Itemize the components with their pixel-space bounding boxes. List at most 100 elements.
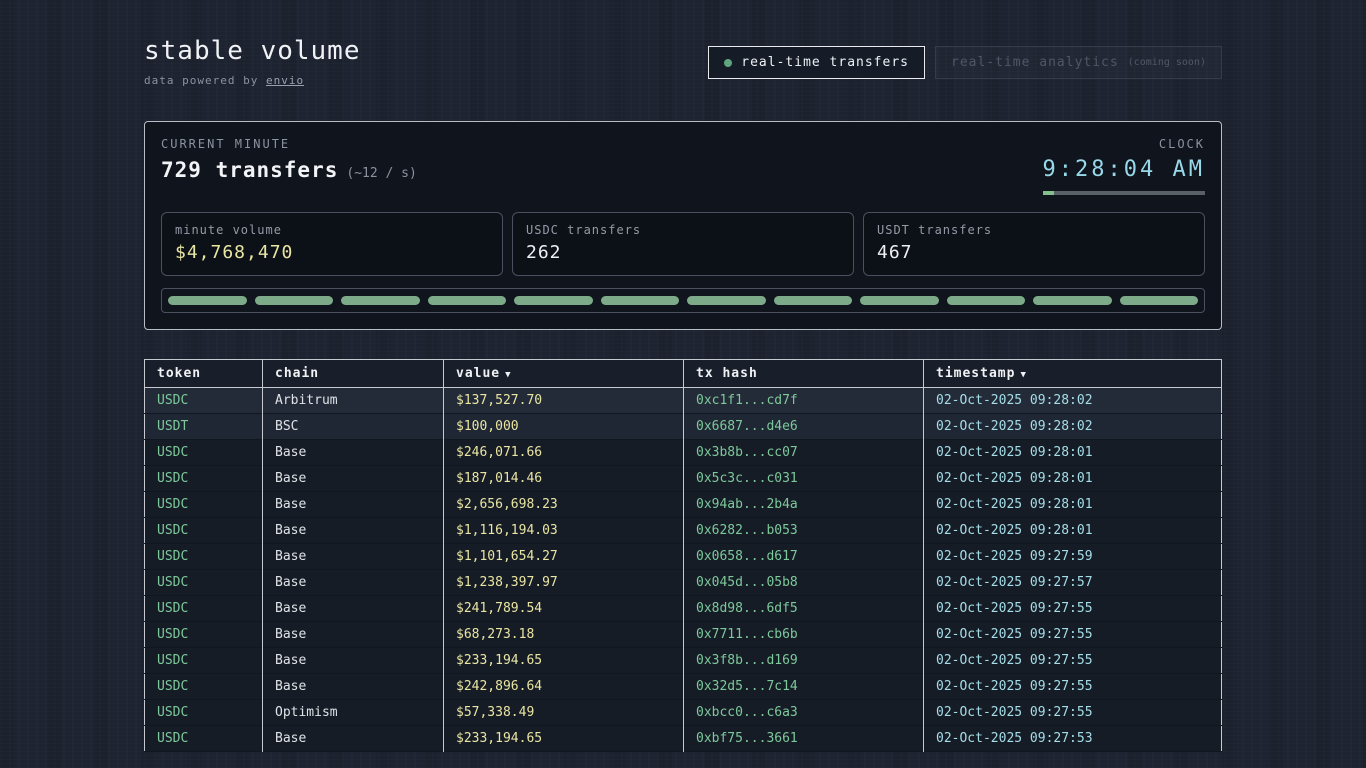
subtitle-text: data powered by [144,74,266,87]
timestamp-cell: 02-Oct-2025 09:27:55 [924,648,1222,674]
timestamp-cell: 02-Oct-2025 09:28:02 [924,414,1222,440]
clock-time: 9:28:04 AM [1043,157,1205,182]
stat-card-minute-volume: minute volume $4,768,470 [161,212,503,276]
transfer-row: USDC Base $246,071.66 0x3b8b...cc07 02-O… [145,440,1222,466]
transfer-row: USDC Base $68,273.18 0x7711...cb6b 02-Oc… [145,622,1222,648]
minute-segments [161,288,1205,313]
transfers-count: 729 transfers [161,158,338,182]
value-cell: $233,194.65 [444,648,684,674]
tx-hash-link[interactable]: 0x0658...d617 [684,544,924,570]
current-minute-panel: CURRENT MINUTE 729 transfers (~12 / s) C… [144,121,1222,330]
tx-hash-link[interactable]: 0x8d98...6df5 [684,596,924,622]
transfer-row: USDC Base $1,101,654.27 0x0658...d617 02… [145,544,1222,570]
timestamp-cell: 02-Oct-2025 09:28:02 [924,388,1222,414]
tx-hash-link[interactable]: 0x6282...b053 [684,518,924,544]
title-block: stable volume data powered by envio [144,36,361,87]
value-cell: $1,116,194.03 [444,518,684,544]
minute-segment [947,296,1026,305]
tab-realtime-transfers[interactable]: real-time transfers [708,46,925,79]
chain-cell: Base [263,674,444,700]
value-cell: $242,896.64 [444,674,684,700]
tx-hash-link[interactable]: 0x3b8b...cc07 [684,440,924,466]
token-cell: USDC [145,518,263,544]
tx-hash-link[interactable]: 0x3f8b...d169 [684,648,924,674]
tx-hash-link[interactable]: 0xbcc0...c6a3 [684,700,924,726]
tx-hash-link[interactable]: 0x6687...d4e6 [684,414,924,440]
token-cell: USDC [145,570,263,596]
timestamp-cell: 02-Oct-2025 09:27:53 [924,726,1222,752]
minute-segment [687,296,766,305]
transfer-row: USDC Base $2,656,698.23 0x94ab...2b4a 02… [145,492,1222,518]
minute-segment [341,296,420,305]
stat-card-usdt-transfers: USDT transfers 467 [863,212,1205,276]
value-cell: $246,071.66 [444,440,684,466]
column-header-timestamp[interactable]: timestamp▼ [924,360,1222,388]
tx-hash-link[interactable]: 0x7711...cb6b [684,622,924,648]
page-header: stable volume data powered by envio real… [144,36,1222,87]
timestamp-cell: 02-Oct-2025 09:28:01 [924,466,1222,492]
page-title: stable volume [144,36,361,66]
value-cell: $100,000 [444,414,684,440]
tx-hash-link[interactable]: 0xbf75...3661 [684,726,924,752]
timestamp-cell: 02-Oct-2025 09:27:55 [924,700,1222,726]
chain-cell: Base [263,466,444,492]
value-cell: $68,273.18 [444,622,684,648]
value-cell: $187,014.46 [444,466,684,492]
stat-label: USDC transfers [526,223,840,237]
timestamp-cell: 02-Oct-2025 09:27:59 [924,544,1222,570]
tab-transfers-label: real-time transfers [741,55,909,70]
value-cell: $137,527.70 [444,388,684,414]
chain-cell: Base [263,596,444,622]
timestamp-cell: 02-Oct-2025 09:28:01 [924,492,1222,518]
timestamp-cell: 02-Oct-2025 09:27:55 [924,674,1222,700]
token-cell: USDC [145,466,263,492]
tab-realtime-analytics[interactable]: real-time analytics (coming soon) [935,46,1222,79]
stat-value: 467 [877,242,1191,263]
minute-segment [774,296,853,305]
transfer-row: USDC Base $1,238,397.97 0x045d...05b8 02… [145,570,1222,596]
value-cell: $57,338.49 [444,700,684,726]
envio-link[interactable]: envio [266,74,304,87]
clock-block: CLOCK 9:28:04 AM [1043,137,1205,195]
transfer-row: USDC Base $233,194.65 0xbf75...3661 02-O… [145,726,1222,752]
clock-label: CLOCK [1043,137,1205,151]
chain-cell: Base [263,570,444,596]
minute-segment [514,296,593,305]
minute-segment [168,296,247,305]
token-cell: USDC [145,388,263,414]
minute-segment [1033,296,1112,305]
chain-cell: Arbitrum [263,388,444,414]
sort-desc-icon: ▼ [505,370,511,380]
column-header-token: token [145,360,263,388]
column-header-txhash: tx hash [684,360,924,388]
tx-hash-link[interactable]: 0x32d5...7c14 [684,674,924,700]
tab-analytics-label: real-time analytics [951,55,1119,70]
transfer-row: USDC Arbitrum $137,527.70 0xc1f1...cd7f … [145,388,1222,414]
transfers-table-head: token chain value▼ tx hash timestamp▼ [145,360,1222,388]
column-header-value[interactable]: value▼ [444,360,684,388]
stat-label: minute volume [175,223,489,237]
chain-cell: Base [263,726,444,752]
timestamp-cell: 02-Oct-2025 09:27:57 [924,570,1222,596]
token-cell: USDC [145,674,263,700]
token-cell: USDC [145,440,263,466]
tx-hash-link[interactable]: 0x94ab...2b4a [684,492,924,518]
current-minute-label: CURRENT MINUTE [161,137,417,151]
transfers-summary: CURRENT MINUTE 729 transfers (~12 / s) [161,137,417,182]
chain-cell: Base [263,518,444,544]
token-cell: USDC [145,700,263,726]
transfers-table: token chain value▼ tx hash timestamp▼ US… [144,359,1222,752]
header-row: token chain value▼ tx hash timestamp▼ [145,360,1222,388]
tx-hash-link[interactable]: 0xc1f1...cd7f [684,388,924,414]
tx-hash-link[interactable]: 0x5c3c...c031 [684,466,924,492]
tx-hash-link[interactable]: 0x045d...05b8 [684,570,924,596]
transfers-line: 729 transfers (~12 / s) [161,158,417,182]
transfer-row: USDT BSC $100,000 0x6687...d4e6 02-Oct-2… [145,414,1222,440]
chain-cell: Base [263,622,444,648]
coming-soon-badge: (coming soon) [1128,57,1206,68]
stat-value: $4,768,470 [175,242,489,263]
view-tabs: real-time transfers real-time analytics … [708,46,1222,79]
token-cell: USDC [145,648,263,674]
timestamp-cell: 02-Oct-2025 09:27:55 [924,622,1222,648]
column-header-chain: chain [263,360,444,388]
